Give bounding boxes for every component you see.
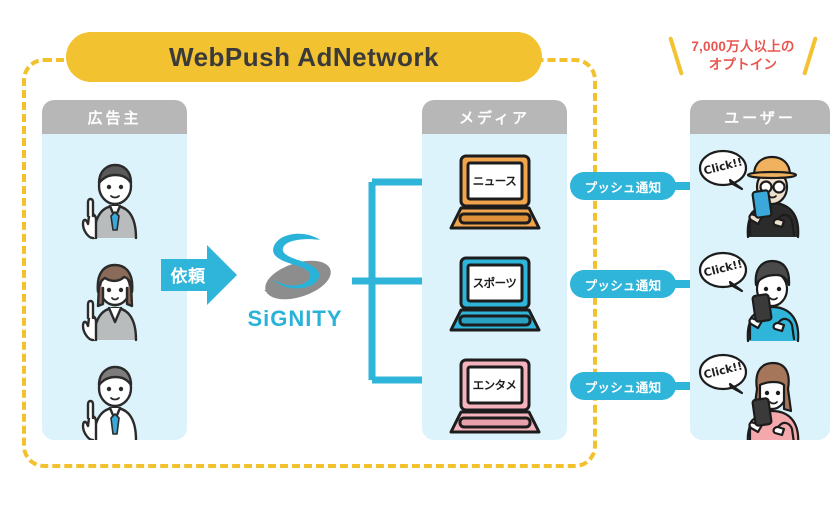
figure-businessman-white-shirt — [42, 352, 187, 440]
laptop-entertainment-label: エンタメ — [472, 380, 517, 392]
laptop-entertainment: エンタメ — [422, 354, 567, 440]
diagram-canvas: WebPush AdNetwork 7,000万人以上の オプトイン 広告主 依… — [0, 0, 840, 505]
optin-line-1: 7,000万人以上の — [691, 38, 795, 54]
figure-user-teal-shirt: Click!! — [690, 246, 830, 344]
figure-user-pink-shirt: Click!! — [690, 350, 830, 440]
push-notification-label-2: プッシュ通知 — [584, 278, 662, 293]
push-notification-pill-1: プッシュ通知 — [570, 172, 676, 200]
distribution-bracket — [352, 178, 430, 384]
panel-advertiser-title: 広告主 — [87, 109, 142, 127]
push-notification-label-1: プッシュ通知 — [584, 180, 662, 195]
slash-right-icon — [802, 36, 818, 76]
push-notification-label-3: プッシュ通知 — [584, 380, 662, 395]
optin-line-2: オプトイン — [708, 57, 778, 72]
panel-user: ユーザー Click!! Click!! Click!! — [690, 100, 830, 440]
signity-logo: SiGNITY — [236, 228, 354, 338]
panel-media-body: ニュース スポーツ エンタメ — [422, 134, 567, 440]
laptop-news-label: ニュース — [472, 176, 517, 188]
diagram-title-pill: WebPush AdNetwork — [66, 32, 542, 82]
panel-user-title: ユーザー — [724, 109, 796, 127]
panel-user-header: ユーザー — [690, 100, 830, 134]
laptop-sports-label: スポーツ — [472, 278, 517, 290]
optin-callout: 7,000万人以上の オプトイン — [668, 30, 818, 82]
signity-wordmark: SiGNITY — [247, 306, 343, 331]
push-notification-pill-2: プッシュ通知 — [570, 270, 676, 298]
laptop-news: ニュース — [422, 150, 567, 236]
push-notification-pill-3: プッシュ通知 — [570, 372, 676, 400]
panel-media-header: メディア — [422, 100, 567, 134]
laptop-sports: スポーツ — [422, 252, 567, 338]
slash-left-icon — [668, 36, 684, 76]
figure-businessman-gray-suit — [42, 150, 187, 240]
diagram-title: WebPush AdNetwork — [169, 41, 439, 72]
panel-media: メディア ニュース スポーツ エンタメ — [422, 100, 567, 440]
panel-user-body: Click!! Click!! Click!! — [690, 134, 830, 440]
panel-media-title: メディア — [459, 109, 530, 127]
request-arrow: 依頼 — [161, 243, 237, 307]
panel-advertiser-header: 広告主 — [42, 100, 187, 134]
request-arrow-label: 依頼 — [170, 267, 206, 286]
figure-user-hat-glasses: Click!! — [690, 142, 830, 240]
